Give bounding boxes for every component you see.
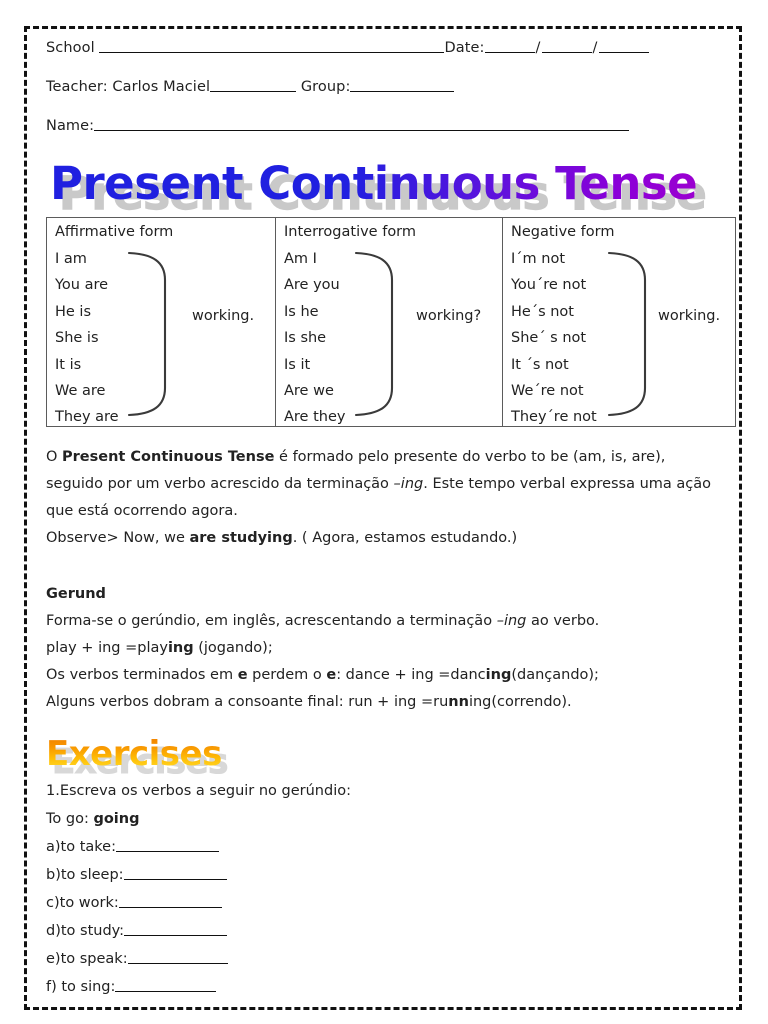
exercise-item-c: c)to work:	[46, 889, 732, 917]
gerund-l1-a: Forma-se o gerúndio, em inglês, acrescen…	[46, 613, 497, 629]
group-blank[interactable]	[350, 77, 455, 92]
negative-heading: Negative form	[511, 224, 615, 240]
exercise-item-f: f) to sing:	[46, 973, 732, 1001]
exercise-item-e: e)to speak:	[46, 945, 732, 973]
gerund-l3-c: : dance + ing =danc	[336, 667, 486, 683]
intro-text-a: O	[46, 449, 63, 465]
curly-brace-icon	[607, 251, 647, 417]
exercise-model: To go: going	[46, 805, 732, 833]
school-label: School	[46, 40, 95, 56]
observe-text-b: . ( Agora, estamos estudando.)	[292, 530, 518, 546]
exercise-item-b: b)to sleep:	[46, 861, 732, 889]
gerund-line-1: Forma-se o gerúndio, em inglês, acrescen…	[46, 608, 732, 635]
exercise-item-label: d)to study:	[46, 923, 125, 939]
exercise-answer-blank[interactable]	[115, 838, 219, 852]
table-row: Affirmative form I am You are He is She …	[46, 217, 736, 427]
date-month-blank[interactable]	[541, 38, 592, 53]
school-date-line: School Date: / /	[46, 38, 732, 56]
gerund-l2-b: (jogando);	[193, 640, 273, 656]
date-slash-2: /	[592, 40, 598, 56]
gerund-l3-bold-3: ing	[485, 667, 512, 683]
gerund-heading: Gerund	[46, 586, 106, 602]
date-year-blank[interactable]	[598, 38, 649, 53]
exercises-heading: Exercises Exercises	[46, 733, 732, 783]
gerund-l2-a: play + ing =play	[46, 640, 168, 656]
name-line: Name:	[46, 116, 732, 134]
exercise-item-a: a)to take:	[46, 833, 732, 861]
interrogative-heading: Interrogative form	[284, 224, 417, 240]
gerund-l3-a: Os verbos terminados em	[46, 667, 238, 683]
worksheet-body: School Date: / / Teacher: Carlos Maciel Gr…	[46, 38, 736, 1001]
exercise-item-label: e)to speak:	[46, 951, 128, 967]
gerund-l1-b: ao verbo.	[526, 613, 600, 629]
interrogative-verb: working?	[416, 308, 482, 324]
gerund-l3-bold-2: e	[326, 667, 337, 683]
gerund-l3-b: perdem o	[247, 667, 327, 683]
observe-text-a: Observe> Now, we	[46, 530, 190, 546]
gerund-l3-bold-1: e	[237, 667, 248, 683]
gerund-l1-italic: –ing	[496, 613, 527, 629]
observe-paragraph: Observe> Now, we are studying. ( Agora, …	[46, 525, 732, 552]
gerund-l4-b: ing(correndo).	[468, 694, 572, 710]
exercise-answer-blank[interactable]	[115, 978, 217, 992]
teacher-group-line: Teacher: Carlos Maciel Group:	[46, 77, 732, 95]
exercises-heading-text: Exercises	[46, 734, 222, 774]
exercise-item-label: c)to work:	[46, 895, 119, 911]
exercise-answer-blank[interactable]	[124, 922, 228, 936]
gerund-l4-a: Alguns verbos dobram a consoante final: …	[46, 694, 449, 710]
teacher-name: Carlos Maciel	[112, 79, 211, 95]
intro-term-bold: Present Continuous Tense	[62, 449, 275, 465]
date-slash-1: /	[535, 40, 541, 56]
exercise-item-d: d)to study:	[46, 917, 732, 945]
gerund-line-3: Os verbos terminados em e perdem o e: da…	[46, 662, 732, 689]
group-label: Group:	[300, 79, 351, 95]
page-title-text: Present Continuous Tense	[50, 157, 698, 210]
gerund-line-4: Alguns verbos dobram a consoante final: …	[46, 689, 732, 716]
gerund-l4-bold: nn	[448, 694, 469, 710]
affirmative-heading: Affirmative form	[55, 224, 174, 240]
exercise-answer-blank[interactable]	[118, 894, 222, 908]
exercise-item-label: b)to sleep:	[46, 867, 124, 883]
exercise-item-label: f) to sing:	[46, 979, 116, 995]
intro-paragraph: O Present Continuous Tense é formado pel…	[46, 444, 726, 525]
observe-bold: are studying	[189, 530, 293, 546]
curly-brace-icon	[354, 251, 394, 417]
affirmative-verb: working.	[192, 308, 255, 324]
exercise-model-label: To go:	[46, 811, 94, 827]
exercise-model-answer: going	[93, 811, 140, 827]
gerund-body: Forma-se o gerúndio, em inglês, acrescen…	[46, 608, 732, 716]
date-label: Date:	[444, 40, 485, 56]
name-label: Name:	[46, 118, 95, 134]
intro-ing-italic: –ing	[393, 476, 424, 492]
negative-verb: working.	[658, 308, 721, 324]
negative-column: Negative form I´m not You´re not He´s no…	[502, 217, 736, 427]
affirmative-column: Affirmative form I am You are He is She …	[46, 217, 276, 427]
exercise-answer-blank[interactable]	[127, 950, 228, 964]
interrogative-column: Interrogative form Am I Are you Is he Is…	[275, 217, 503, 427]
gerund-l2-bold: ing	[167, 640, 194, 656]
name-blank[interactable]	[94, 116, 630, 131]
gerund-l3-d: (dançando);	[511, 667, 599, 683]
school-blank[interactable]	[99, 38, 445, 53]
exercise-answer-blank[interactable]	[123, 866, 227, 880]
curly-brace-icon	[127, 251, 167, 417]
exercise-item-label: a)to take:	[46, 839, 116, 855]
teacher-blank[interactable]	[210, 77, 297, 92]
gerund-line-2: play + ing =playing (jogando);	[46, 635, 732, 662]
date-day-blank[interactable]	[484, 38, 535, 53]
conjugation-table: Affirmative form I am You are He is She …	[46, 217, 736, 427]
page-title: Present Continuous Tense Present Continu…	[50, 155, 732, 221]
teacher-label: Teacher:	[46, 79, 108, 95]
